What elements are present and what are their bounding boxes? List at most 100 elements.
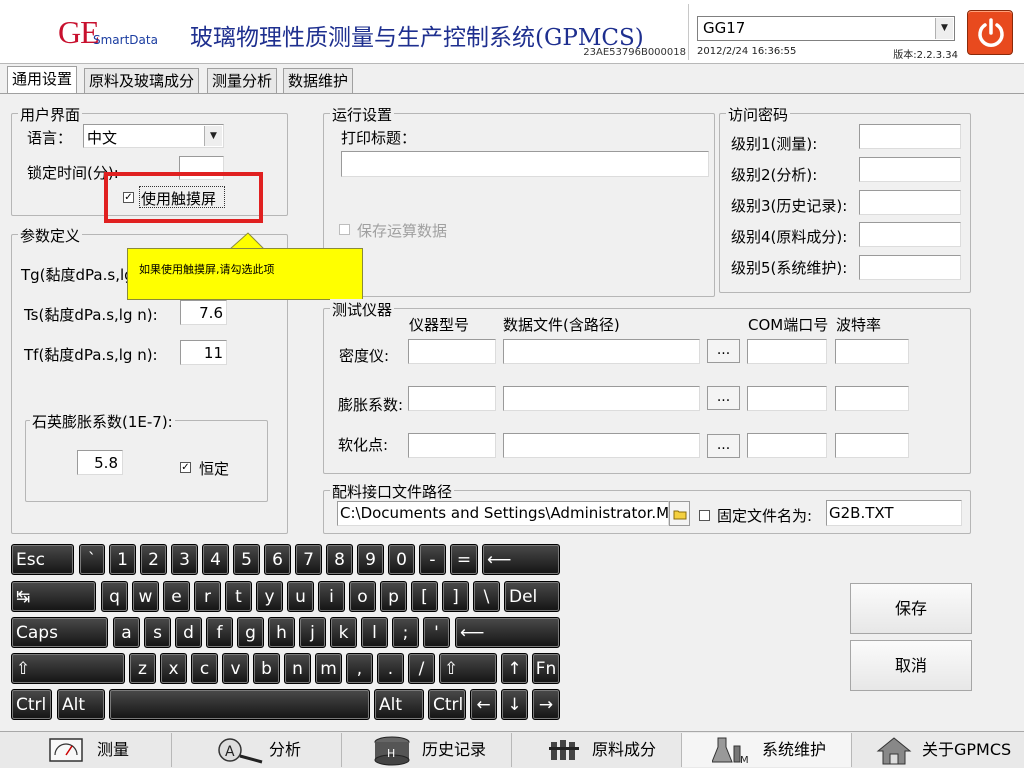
folder-browse-button[interactable] <box>669 501 690 526</box>
key-d[interactable]: d <box>175 617 202 648</box>
softening-file-input[interactable] <box>503 433 700 458</box>
key-down[interactable]: ↓ <box>501 689 528 720</box>
key-m[interactable]: m <box>315 653 342 684</box>
constant-checkbox[interactable]: ✓ <box>180 462 191 473</box>
quartz-input[interactable]: 5.8 <box>77 450 123 475</box>
key-lalt[interactable]: Alt <box>57 689 105 720</box>
key-backspace[interactable]: ⟵ <box>482 544 560 575</box>
key-q[interactable]: q <box>101 581 128 612</box>
key-rbracket[interactable]: ] <box>442 581 469 612</box>
key-j[interactable]: j <box>299 617 326 648</box>
nav-measure[interactable]: 测量 <box>0 733 172 767</box>
key-lctrl[interactable]: Ctrl <box>11 689 52 720</box>
softening-com-input[interactable] <box>747 433 827 458</box>
expansion-com-input[interactable] <box>747 386 827 411</box>
key-5[interactable]: 5 <box>233 544 260 575</box>
tf-input[interactable]: 11 <box>180 340 227 365</box>
key-p[interactable]: p <box>380 581 407 612</box>
expansion-file-input[interactable] <box>503 386 700 411</box>
key-8[interactable]: 8 <box>326 544 353 575</box>
key-right[interactable]: → <box>532 689 560 720</box>
density-file-input[interactable] <box>503 339 700 364</box>
key-h[interactable]: h <box>268 617 295 648</box>
key-slash[interactable]: / <box>408 653 435 684</box>
language-select[interactable]: 中文 ▼ <box>83 124 224 148</box>
key-f[interactable]: f <box>206 617 233 648</box>
key-y[interactable]: y <box>256 581 283 612</box>
key-comma[interactable]: , <box>346 653 373 684</box>
touchscreen-checkbox[interactable]: ✓ <box>123 192 134 203</box>
key-i[interactable]: i <box>318 581 345 612</box>
key-o[interactable]: o <box>349 581 376 612</box>
print-title-input[interactable] <box>341 151 709 177</box>
save-button[interactable]: 保存 <box>850 583 972 634</box>
key-7[interactable]: 7 <box>295 544 322 575</box>
key-c[interactable]: c <box>191 653 218 684</box>
key-b[interactable]: b <box>253 653 280 684</box>
key-r[interactable]: r <box>194 581 221 612</box>
key-1[interactable]: 1 <box>109 544 136 575</box>
key-l[interactable]: l <box>361 617 388 648</box>
key-esc[interactable]: Esc <box>11 544 74 575</box>
key-4[interactable]: 4 <box>202 544 229 575</box>
key-quote[interactable]: ' <box>423 617 450 648</box>
key-del[interactable]: Del <box>504 581 560 612</box>
cancel-button[interactable]: 取消 <box>850 640 972 691</box>
key-period[interactable]: . <box>377 653 404 684</box>
key-lshift[interactable]: ⇧ <box>11 653 125 684</box>
key-w[interactable]: w <box>132 581 159 612</box>
key-fn[interactable]: Fn <box>532 653 560 684</box>
key-backtick[interactable]: ` <box>79 544 105 575</box>
key-semicolon[interactable]: ; <box>392 617 419 648</box>
expansion-model-input[interactable] <box>408 386 496 411</box>
softening-browse-button[interactable]: ... <box>707 434 740 458</box>
key-t[interactable]: t <box>225 581 252 612</box>
tab-data-maintenance[interactable]: 数据维护 <box>283 68 354 93</box>
key-up[interactable]: ↑ <box>501 653 528 684</box>
density-baud-input[interactable] <box>835 339 909 364</box>
exit-button[interactable] <box>967 10 1013 55</box>
key-3[interactable]: 3 <box>171 544 198 575</box>
password-level2-input[interactable] <box>859 157 961 182</box>
password-level1-input[interactable] <box>859 124 961 149</box>
key-space[interactable] <box>109 689 370 720</box>
fixed-name-input[interactable]: G2B.TXT <box>826 500 962 526</box>
nav-about[interactable]: 关于GPMCS <box>852 733 1024 767</box>
key-a[interactable]: a <box>113 617 140 648</box>
key-n[interactable]: n <box>284 653 311 684</box>
password-level5-input[interactable] <box>859 255 961 280</box>
key-z[interactable]: z <box>129 653 156 684</box>
key-equals[interactable]: = <box>450 544 478 575</box>
density-com-input[interactable] <box>747 339 827 364</box>
key-minus[interactable]: - <box>419 544 446 575</box>
ts-input[interactable]: 7.6 <box>180 300 227 325</box>
constant-label[interactable]: 恒定 <box>199 458 229 479</box>
key-x[interactable]: x <box>160 653 187 684</box>
key-6[interactable]: 6 <box>264 544 291 575</box>
key-k[interactable]: k <box>330 617 357 648</box>
key-enter[interactable]: ⟵ <box>455 617 560 648</box>
density-browse-button[interactable]: ... <box>707 339 740 363</box>
product-select[interactable]: GG17 ▼ <box>697 16 955 41</box>
chevron-down-icon[interactable]: ▼ <box>935 18 953 39</box>
fixed-name-checkbox[interactable] <box>699 510 710 521</box>
chevron-down-icon[interactable]: ▼ <box>204 126 222 146</box>
key-rshift[interactable]: ⇧ <box>439 653 497 684</box>
softening-baud-input[interactable] <box>835 433 909 458</box>
key-s[interactable]: s <box>144 617 171 648</box>
nav-maintenance[interactable]: M 系统维护 <box>682 733 852 767</box>
key-2[interactable]: 2 <box>140 544 167 575</box>
password-level4-input[interactable] <box>859 222 961 247</box>
key-lbracket[interactable]: [ <box>411 581 438 612</box>
key-e[interactable]: e <box>163 581 190 612</box>
ingredient-path-input[interactable]: C:\Documents and Settings\Administrator.… <box>337 501 669 526</box>
key-ralt[interactable]: Alt <box>374 689 424 720</box>
key-caps[interactable]: Caps <box>11 617 108 648</box>
expansion-browse-button[interactable]: ... <box>707 386 740 410</box>
key-v[interactable]: v <box>222 653 249 684</box>
softening-model-input[interactable] <box>408 433 496 458</box>
key-9[interactable]: 9 <box>357 544 384 575</box>
nav-analysis[interactable]: A 分析 <box>172 733 342 767</box>
password-level3-input[interactable] <box>859 190 961 215</box>
tab-measure-analysis[interactable]: 测量分析 <box>207 68 278 93</box>
